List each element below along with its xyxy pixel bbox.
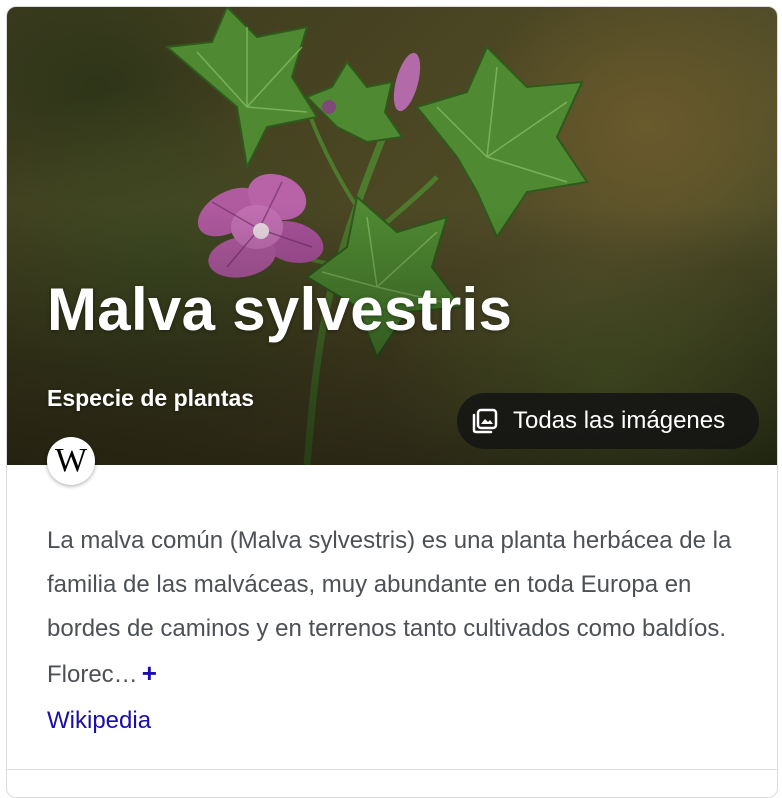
wikipedia-badge-letter: W — [54, 442, 88, 479]
divider — [7, 769, 777, 770]
expand-plus-icon[interactable]: + — [142, 658, 157, 688]
wikipedia-icon[interactable]: W — [47, 437, 95, 485]
all-images-button[interactable]: Todas las imágenes — [457, 393, 759, 449]
all-images-label: Todas las imágenes — [513, 407, 726, 434]
hero-image[interactable]: Malva sylvestris Especie de plantas Toda… — [7, 7, 777, 465]
wikipedia-source-link[interactable]: Wikipedia — [47, 699, 151, 743]
description-section: La malva común (Malva sylvestris) es una… — [47, 519, 747, 743]
entity-subtitle: Especie de plantas — [47, 385, 255, 411]
entity-title: Malva sylvestris — [47, 276, 513, 343]
description-text: La malva común (Malva sylvestris) es una… — [47, 519, 747, 697]
image-gallery-icon — [471, 407, 499, 435]
knowledge-panel-card: Malva sylvestris Especie de plantas Toda… — [6, 6, 778, 798]
